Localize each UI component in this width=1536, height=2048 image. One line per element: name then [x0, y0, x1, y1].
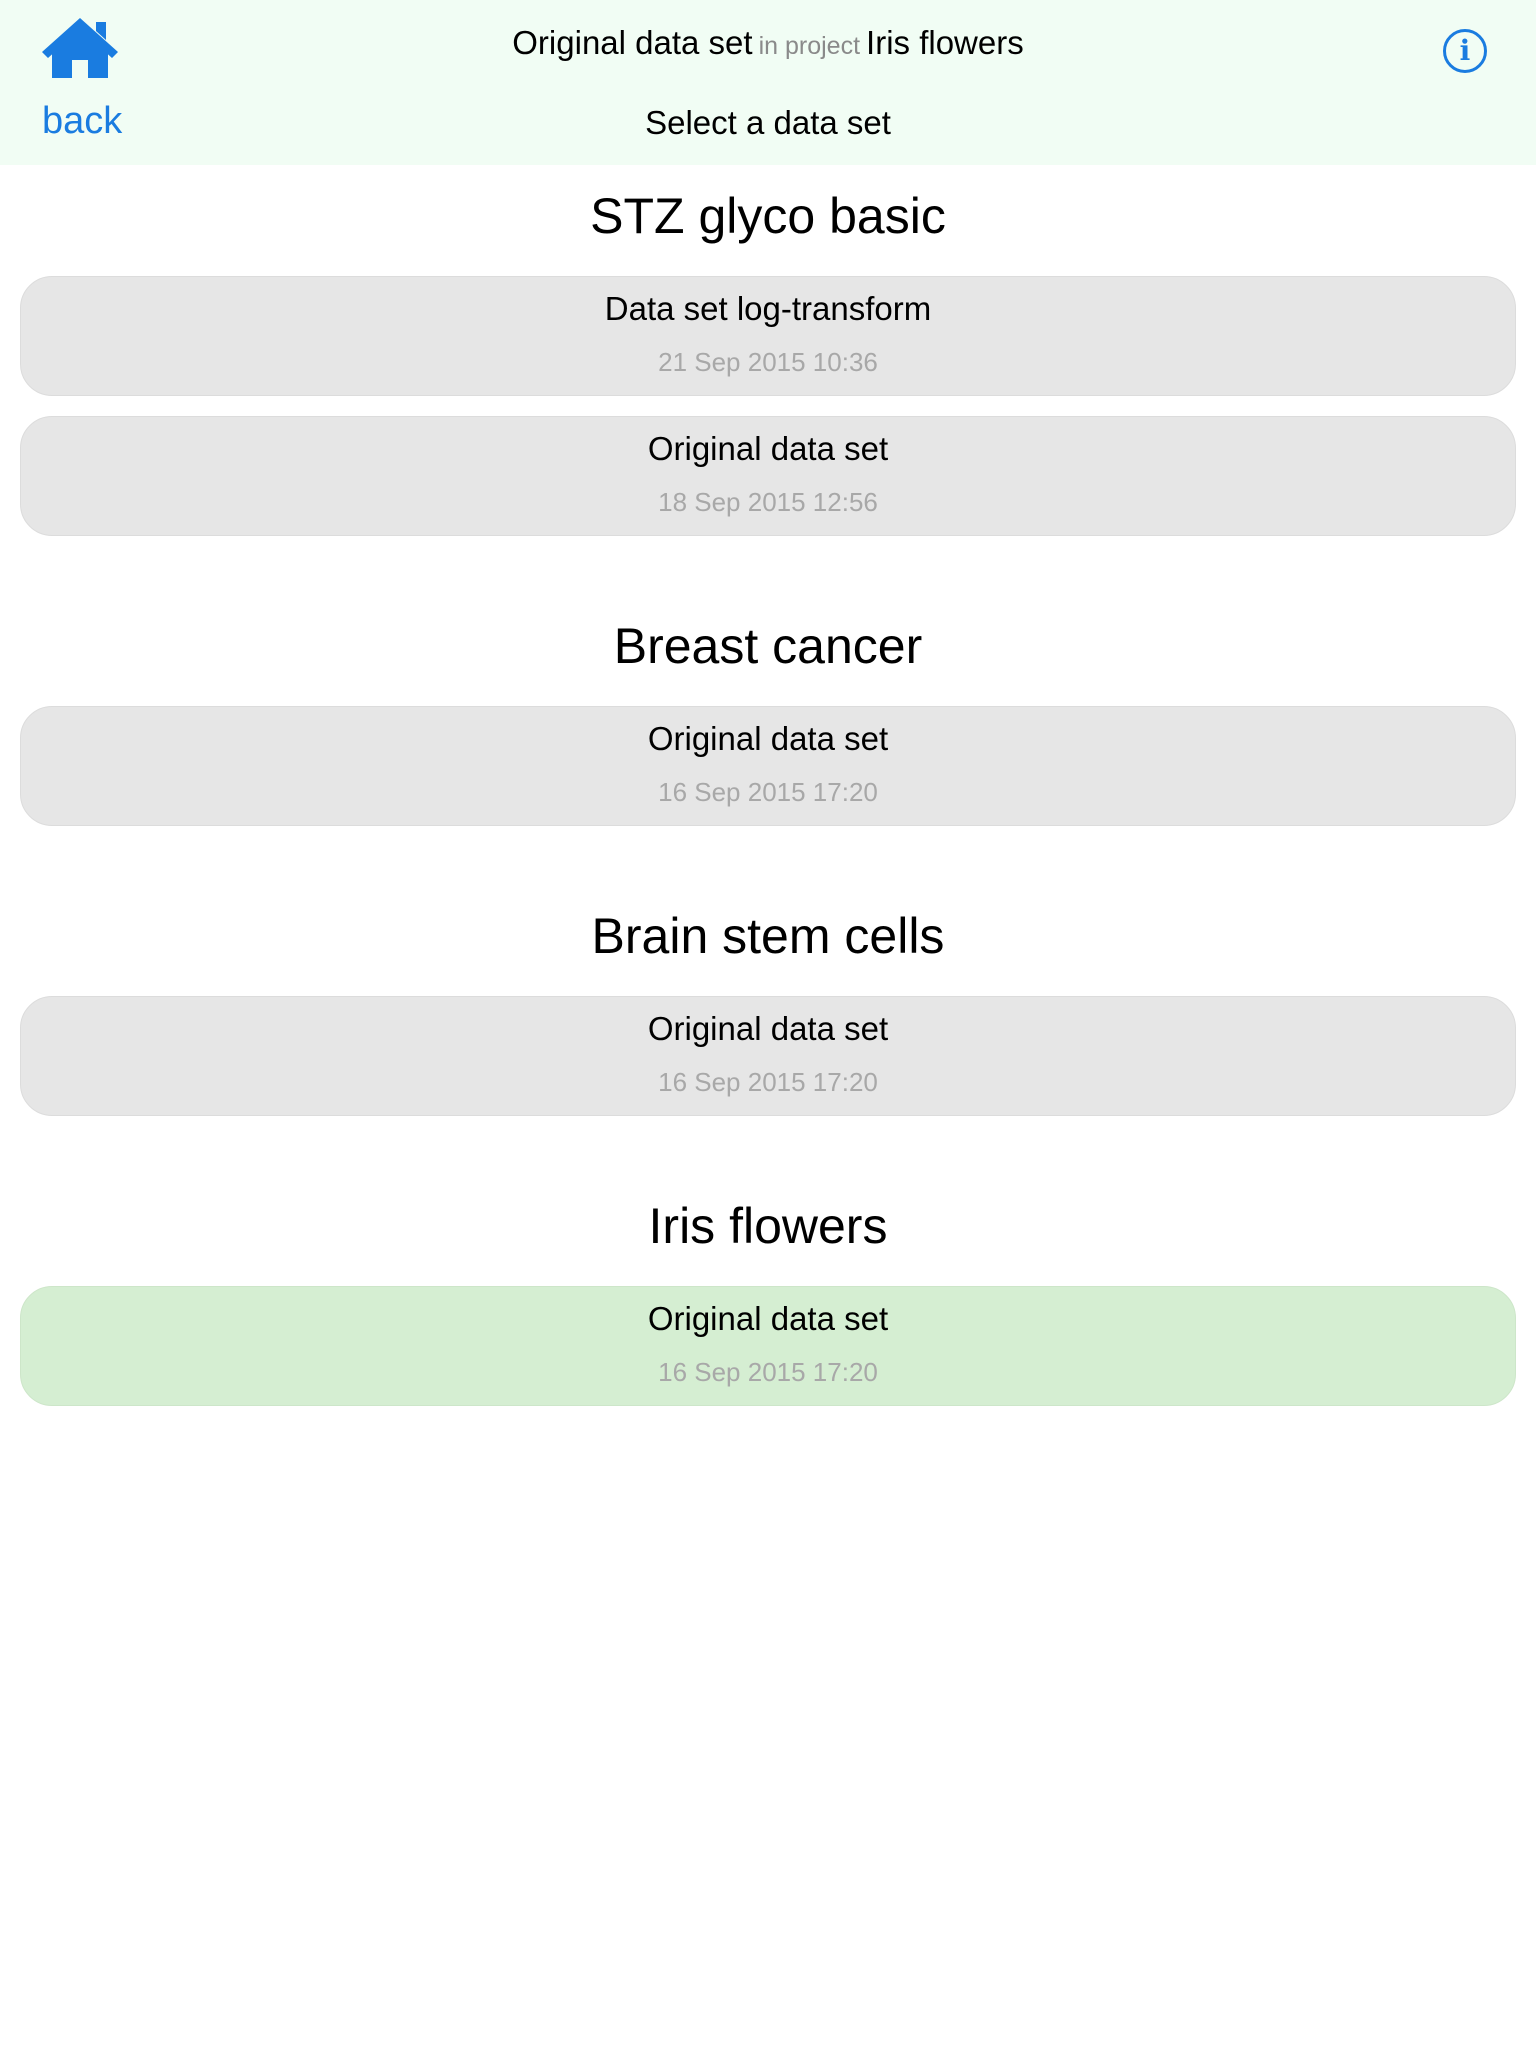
project-title: Iris flowers — [648, 1198, 888, 1254]
info-icon[interactable]: i — [1443, 29, 1487, 73]
dataset-name: Original data set — [647, 1300, 889, 1337]
dataset-date: 16 Sep 2015 17:20 — [658, 777, 878, 807]
dataset-card[interactable]: Original data set 16 Sep 2015 17:20 — [20, 706, 1516, 826]
current-project-name: Iris flowers — [866, 24, 1024, 61]
dataset-card[interactable]: Data set log-transform 21 Sep 2015 10:36 — [20, 276, 1516, 396]
page-title: Original data set in project Iris flowers — [0, 24, 1536, 62]
dataset-name: Original data set — [647, 720, 889, 757]
dataset-date: 18 Sep 2015 12:56 — [658, 487, 878, 517]
current-dataset-name: Original data set — [512, 24, 753, 61]
dataset-date: 21 Sep 2015 10:36 — [658, 347, 878, 377]
dataset-name: Data set log-transform — [604, 290, 932, 327]
project-title: STZ glyco basic — [590, 188, 946, 244]
page-subtitle: Select a data set — [645, 104, 891, 141]
dataset-name: Original data set — [647, 1010, 889, 1047]
dataset-card-selected[interactable]: Original data set 16 Sep 2015 17:20 — [20, 1286, 1516, 1406]
dataset-name: Original data set — [647, 430, 889, 467]
dataset-card[interactable]: Original data set 16 Sep 2015 17:20 — [20, 996, 1516, 1116]
dataset-date: 16 Sep 2015 17:20 — [658, 1357, 878, 1387]
dataset-card[interactable]: Original data set 18 Sep 2015 12:56 — [20, 416, 1516, 536]
project-title: Breast cancer — [613, 618, 923, 674]
project-title: Brain stem cells — [591, 908, 945, 964]
dataset-date: 16 Sep 2015 17:20 — [658, 1067, 878, 1097]
in-project-label: in project — [758, 32, 861, 60]
top-bar: back Original data set in project Iris flo… — [0, 0, 1536, 165]
